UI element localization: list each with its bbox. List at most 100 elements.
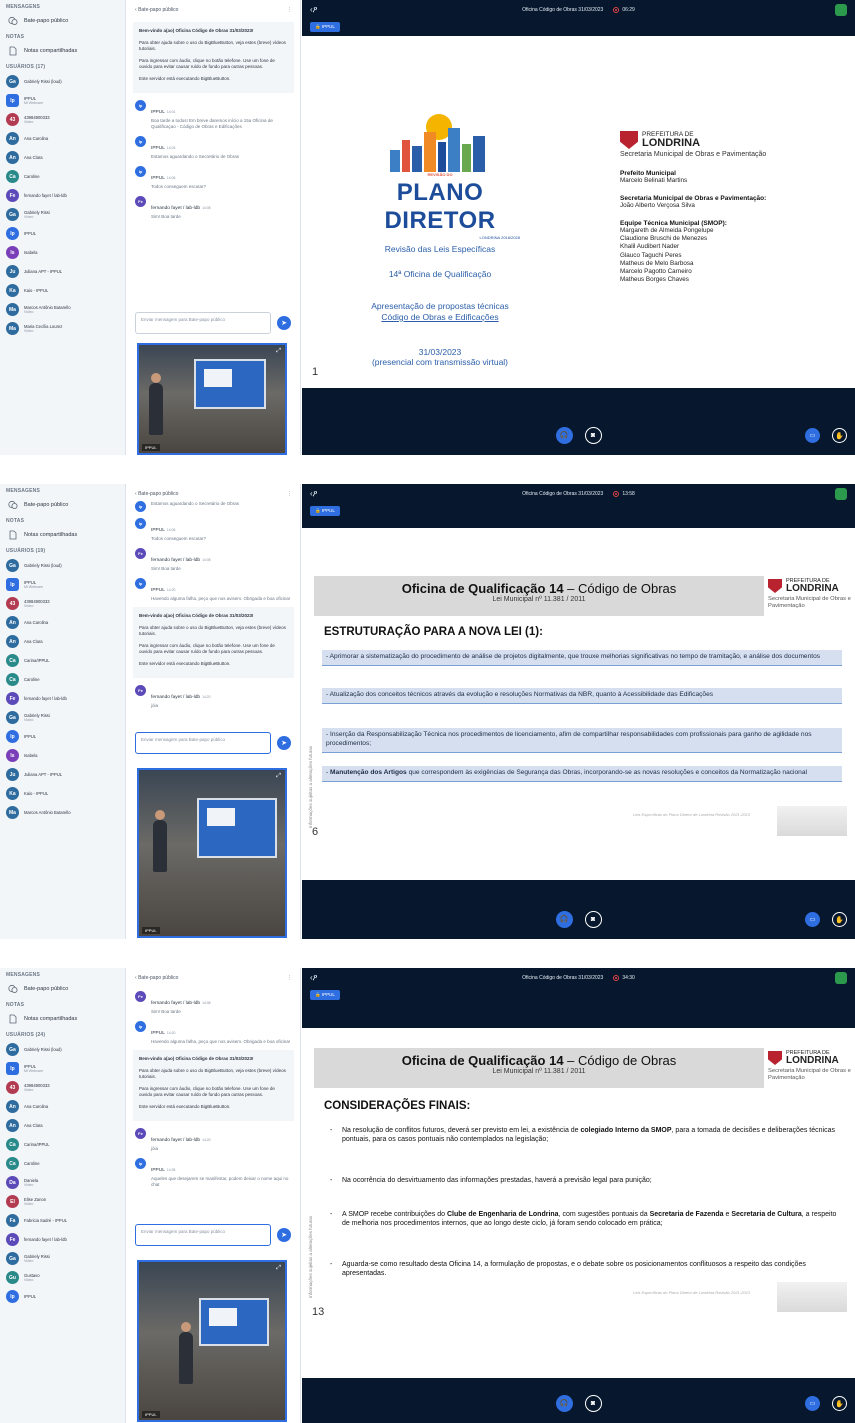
user-item[interactable]: Ka Kaio - IPPUL: [0, 281, 125, 300]
user-item[interactable]: El Elise Zanon Vídeo: [0, 1192, 125, 1211]
user-item[interactable]: Fa Fabricia Sadré - IPPUL: [0, 1211, 125, 1230]
user-item[interactable]: Ma Marcos Antônio Butarello Vídeo: [0, 300, 125, 319]
user-item[interactable]: Ga Gabriely Rissi (loud): [0, 72, 125, 91]
user-item[interactable]: Ga Gabriely Rissi Vídeo: [0, 708, 125, 727]
user-status: Mi Webcam: [24, 1069, 43, 1074]
user-item[interactable]: Is Isabela: [0, 243, 125, 262]
user-item[interactable]: An Ana Carolina: [0, 1097, 125, 1116]
fullscreen-icon[interactable]: ⤢: [276, 348, 281, 355]
pd-date: 31/03/2023: [418, 346, 462, 357]
camera-icon[interactable]: ◙: [584, 426, 602, 444]
user-item[interactable]: An Ana Carolina: [0, 613, 125, 632]
chat-message-input[interactable]: Enviar mensagem para Bate-papo público: [135, 312, 271, 334]
headphones-icon[interactable]: 🎧: [555, 1394, 573, 1412]
user-item[interactable]: 43 43984900333 Vídeo: [0, 594, 125, 613]
chat-back-link[interactable]: ‹ Bate-papo público: [135, 975, 178, 981]
send-icon[interactable]: ➤: [277, 1228, 291, 1242]
avatar: Ip: [135, 518, 146, 529]
user-item[interactable]: Ca Caroline: [0, 670, 125, 689]
user-item[interactable]: Ca Caroline: [0, 167, 125, 186]
sidebar-item-shared-notes[interactable]: Notas compartilhadas: [0, 1010, 125, 1028]
user-item[interactable]: Ka Kaio - IPPUL: [0, 784, 125, 803]
webcam-video[interactable]: ⤢ IPPUL: [137, 768, 287, 938]
chat-message-input[interactable]: Enviar mensagem para Bate-papo público: [135, 1224, 271, 1246]
welcome-help: Para obter ajuda sobre o uso do BigBlueB…: [139, 624, 286, 637]
connection-status-icon[interactable]: [835, 972, 847, 984]
raise-hand-icon[interactable]: ✋: [832, 428, 847, 443]
chat-back-link[interactable]: ‹ Bate-papo público: [135, 491, 178, 497]
user-item[interactable]: Gu Gustavo Vídeo: [0, 1268, 125, 1287]
user-item[interactable]: Ma Maria Cecília Lourez Vídeo: [0, 319, 125, 338]
user-item[interactable]: An Ana Clara: [0, 1116, 125, 1135]
raise-hand-icon[interactable]: ✋: [832, 912, 847, 927]
user-item[interactable]: Ga Gabriely Rissi (loud): [0, 1040, 125, 1059]
camera-icon[interactable]: ◙: [584, 1394, 602, 1412]
chat-back-link[interactable]: ‹ Bate-papo público: [135, 7, 178, 13]
user-item[interactable]: Is Isabela: [0, 746, 125, 765]
headphones-icon[interactable]: 🎧: [555, 910, 573, 928]
users-toggle-icon[interactable]: ‹ዖ: [310, 5, 317, 15]
user-item[interactable]: Ga Gabriely Rissi Vídeo: [0, 1249, 125, 1268]
user-item[interactable]: Ip IPPUL Mi Webcam: [0, 91, 125, 110]
message-text: jóia: [151, 703, 159, 709]
user-item[interactable]: Ip IPPUL Mi Webcam: [0, 1059, 125, 1078]
webcam-label: IPPUL: [142, 1411, 160, 1418]
user-item[interactable]: Ca Carina/IPPUL: [0, 1135, 125, 1154]
fullscreen-icon[interactable]: ⤢: [276, 1265, 281, 1272]
user-item[interactable]: Fe fernando fayet / lab-ldb: [0, 186, 125, 205]
recording-indicator[interactable]: 34:30: [613, 975, 635, 981]
more-options-icon[interactable]: ⋮: [287, 7, 292, 13]
user-item[interactable]: An Ana Clara: [0, 632, 125, 651]
chat-message: Ip IPPUL 14:06 Todos conseguem escutar?: [127, 515, 300, 545]
user-item[interactable]: Ju Juliana APT - IPPUL: [0, 262, 125, 281]
user-item[interactable]: Ip IPPUL: [0, 727, 125, 746]
presentation-icon[interactable]: ▭: [805, 912, 820, 927]
user-item[interactable]: Da Daniela Vídeo: [0, 1173, 125, 1192]
webcam-video[interactable]: ⤢ IPPUL: [137, 1260, 287, 1422]
user-item[interactable]: Ip IPPUL Mi Webcam: [0, 575, 125, 594]
recording-indicator[interactable]: 13:58: [613, 491, 635, 497]
user-item[interactable]: Ip IPPUL: [0, 1287, 125, 1306]
pd-line4: Código de Obras e Edificações: [381, 311, 499, 322]
headphones-icon[interactable]: 🎧: [555, 426, 573, 444]
user-item[interactable]: Ga Gabriely Rissi Vídeo: [0, 205, 125, 224]
connection-status-icon[interactable]: [835, 488, 847, 500]
more-options-icon[interactable]: ⋮: [287, 975, 292, 981]
users-toggle-icon[interactable]: ‹ዖ: [310, 489, 317, 499]
raise-hand-icon[interactable]: ✋: [832, 1396, 847, 1411]
sidebar-item-shared-notes[interactable]: Notas compartilhadas: [0, 526, 125, 544]
chat-message-input[interactable]: Enviar mensagem para Bate-papo público: [135, 732, 271, 754]
user-item[interactable]: Ip IPPUL: [0, 224, 125, 243]
more-options-icon[interactable]: ⋮: [287, 491, 292, 497]
user-item[interactable]: Fe fernando fayet / lab-ldb: [0, 689, 125, 708]
presentation-icon[interactable]: ▭: [805, 428, 820, 443]
sidebar-item-public-chat[interactable]: Bate-papo público: [0, 496, 125, 514]
send-icon[interactable]: ➤: [277, 736, 291, 750]
webcam-video[interactable]: ⤢ IPPUL: [137, 343, 287, 455]
user-item[interactable]: Ju Juliana APT - IPPUL: [0, 765, 125, 784]
users-toggle-icon[interactable]: ‹ዖ: [310, 973, 317, 983]
user-item[interactable]: 43 43984900333 Vídeo: [0, 1078, 125, 1097]
user-item[interactable]: Ca Caroline: [0, 1154, 125, 1173]
sidebar-item-public-chat[interactable]: Bate-papo público: [0, 12, 125, 30]
action-bar: 🎧 ◙: [302, 415, 855, 455]
recording-indicator[interactable]: 06:29: [613, 7, 635, 13]
presentation-icon[interactable]: ▭: [805, 1396, 820, 1411]
user-item[interactable]: Fe fernando fayet / lab-ldb: [0, 1230, 125, 1249]
content-text: - Inserção da Responsabilização Técnica …: [326, 731, 812, 747]
sidebar-item-shared-notes[interactable]: Notas compartilhadas: [0, 42, 125, 60]
pref-line-b: LONDRINA: [786, 1055, 839, 1066]
user-item[interactable]: An Ana Carolina: [0, 129, 125, 148]
send-icon[interactable]: ➤: [277, 316, 291, 330]
camera-icon[interactable]: ◙: [584, 910, 602, 928]
fullscreen-icon[interactable]: ⤢: [276, 773, 281, 780]
sidebar-item-public-chat[interactable]: Bate-papo público: [0, 980, 125, 998]
user-item[interactable]: Ga Gabriely Rissi (loud): [0, 556, 125, 575]
user-item[interactable]: An Ana Clara: [0, 148, 125, 167]
section-users-title: USUÁRIOS (24): [6, 1032, 46, 1038]
connection-status-icon[interactable]: [835, 4, 847, 16]
user-item[interactable]: Ca Carina/IPPUL: [0, 651, 125, 670]
user-item[interactable]: Ma Marcos Antônio Butarello: [0, 803, 125, 822]
presenter-figure: [153, 810, 167, 872]
user-item[interactable]: 43 43984900333 Vídeo: [0, 110, 125, 129]
